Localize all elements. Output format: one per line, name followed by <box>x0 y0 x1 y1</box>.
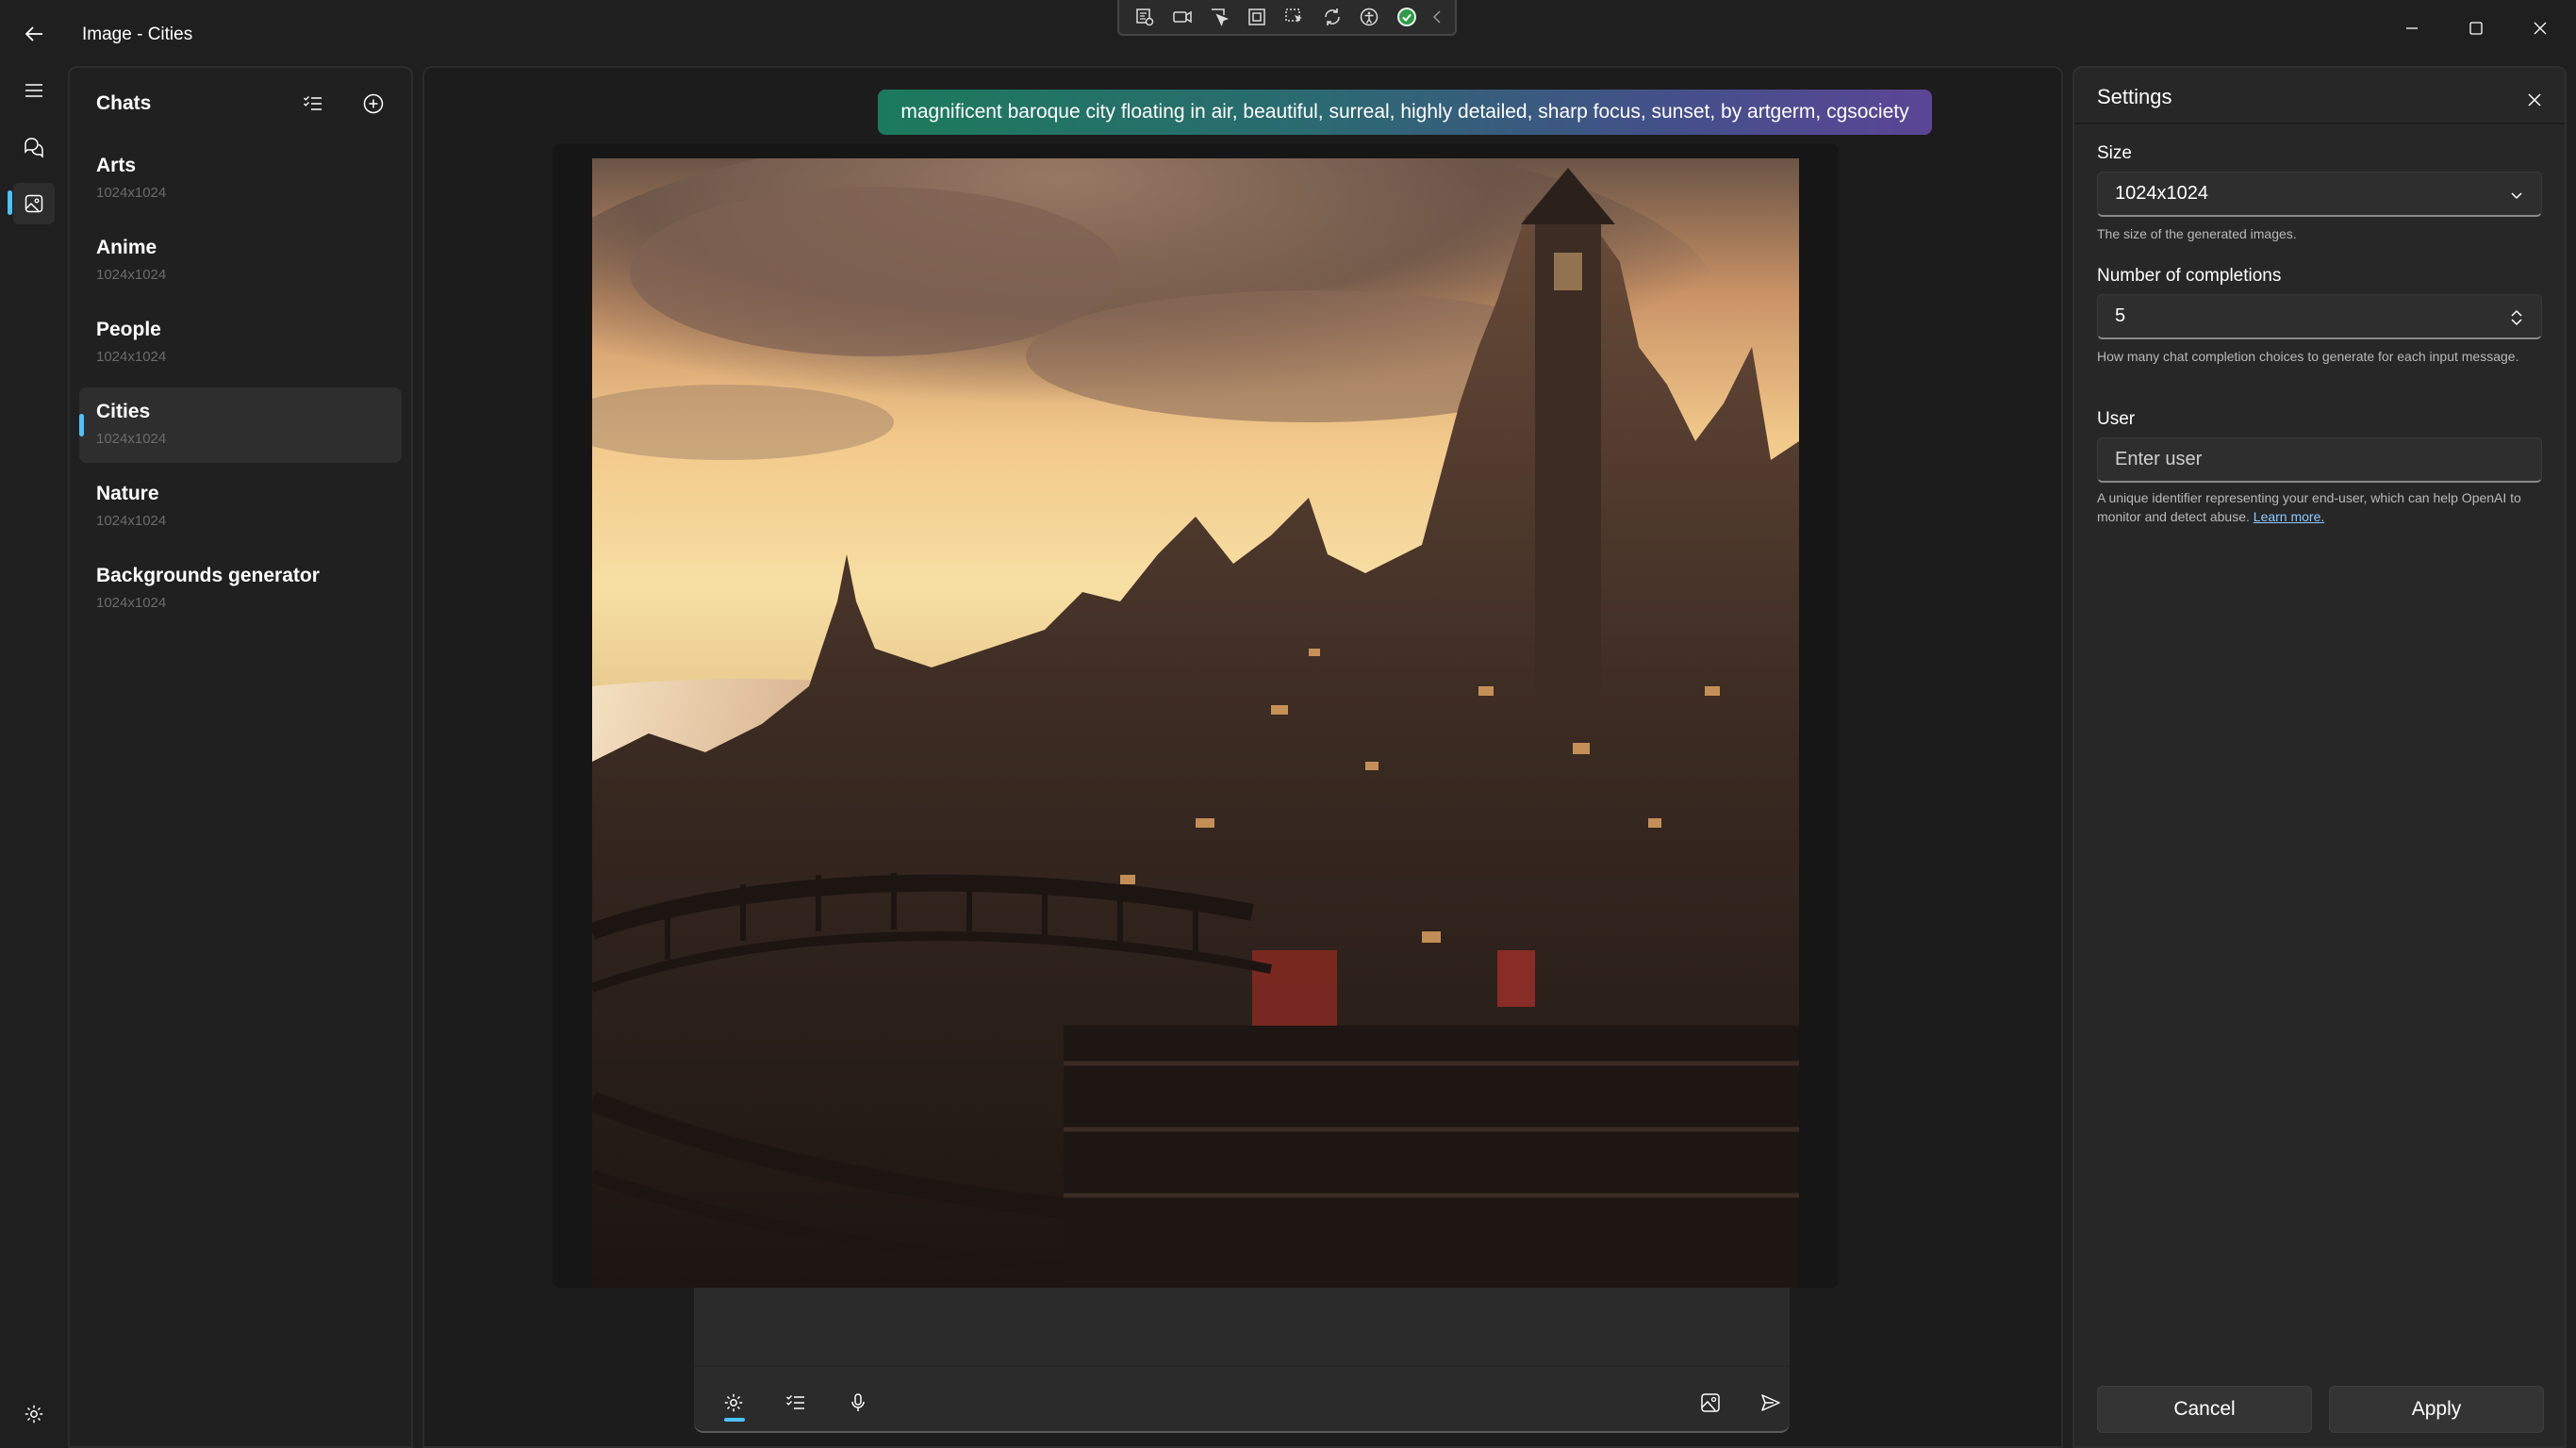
menu-icon <box>25 84 42 97</box>
hot-reload-icon[interactable] <box>1316 1 1348 33</box>
close-window-button[interactable] <box>2518 8 2563 49</box>
completions-number-box[interactable]: 5 <box>2097 294 2542 339</box>
maximize-button[interactable] <box>2453 8 2499 49</box>
learn-more-link[interactable]: Learn more. <box>2254 509 2324 524</box>
completions-label: Number of completions <box>2097 266 2282 286</box>
completions-help: How many chat completion choices to gene… <box>2097 349 2519 364</box>
settings-divider <box>2074 123 2565 124</box>
generated-image[interactable] <box>592 158 1799 1288</box>
user-help: A unique identifier representing your en… <box>2097 488 2551 526</box>
chat-name: Backgrounds generator <box>96 565 320 586</box>
rail-images-button[interactable] <box>13 183 55 224</box>
selected-indicator <box>79 414 84 436</box>
chat-name: People <box>96 319 161 340</box>
record-icon[interactable] <box>1166 1 1198 33</box>
accessibility-icon[interactable] <box>1354 1 1386 33</box>
live-visual-tree-icon[interactable] <box>1129 1 1161 33</box>
chats-filter-button[interactable] <box>294 85 332 123</box>
user-placeholder: Enter user <box>2115 449 2203 469</box>
images-icon <box>25 194 43 213</box>
chat-name: Cities <box>96 401 151 422</box>
chat-name: Anime <box>96 237 157 258</box>
settings-gear-icon <box>724 1393 743 1412</box>
composer-image-gallery-button[interactable] <box>1690 1382 1731 1423</box>
microphone-icon <box>851 1393 865 1411</box>
settings-close-button[interactable] <box>2516 81 2553 119</box>
active-tab-indicator <box>724 1418 745 1422</box>
rail-selection-indicator <box>8 190 12 215</box>
chats-panel: Chats Arts 1024x1024 Anime 1024x1024 Peo… <box>68 66 413 1448</box>
settings-panel: Settings Size 1024x1024 The size of the … <box>2072 66 2567 1448</box>
image-sparkle-icon <box>1701 1393 1720 1412</box>
chat-item-arts[interactable]: Arts 1024x1024 <box>79 141 402 217</box>
chevron-down-icon <box>2505 184 2528 206</box>
settings-title: Settings <box>2097 85 2172 108</box>
chat-size: 1024x1024 <box>96 513 167 529</box>
size-help: The size of the generated images. <box>2097 226 2297 241</box>
collapse-icon[interactable] <box>1428 1 1445 33</box>
back-button[interactable] <box>13 13 55 55</box>
settings-gear-icon <box>25 1405 43 1423</box>
message-composer[interactable] <box>694 1288 1790 1433</box>
chat-name: Nature <box>96 483 159 504</box>
chat-item-anime[interactable]: Anime 1024x1024 <box>79 223 402 299</box>
maximize-icon <box>2469 22 2483 35</box>
chat-item-nature[interactable]: Nature 1024x1024 <box>79 469 402 545</box>
select-element-icon[interactable] <box>1204 1 1236 33</box>
close-icon <box>2534 22 2547 35</box>
list-check-icon <box>786 1395 804 1409</box>
chat-item-people[interactable]: People 1024x1024 <box>79 305 402 381</box>
app-settings-button[interactable] <box>13 1393 55 1435</box>
send-icon <box>1761 1394 1780 1411</box>
chat-size: 1024x1024 <box>96 431 167 447</box>
minimize-button[interactable] <box>2389 8 2435 49</box>
spin-updown-icon[interactable] <box>2505 306 2528 329</box>
apply-button[interactable]: Apply <box>2329 1386 2544 1433</box>
minimize-icon <box>2406 27 2418 29</box>
user-label: User <box>2097 409 2136 429</box>
chat-item-cities[interactable]: Cities 1024x1024 <box>79 387 402 463</box>
display-layout-icon[interactable] <box>1241 1 1273 33</box>
check-icon[interactable] <box>1391 1 1423 33</box>
send-button[interactable] <box>1750 1382 1792 1423</box>
composer-prompt-list-button[interactable] <box>775 1382 817 1423</box>
composer-microphone-button[interactable] <box>837 1382 879 1423</box>
new-chat-button[interactable] <box>355 85 392 123</box>
dev-toolbar <box>1117 0 1457 36</box>
chats-icon <box>25 138 43 158</box>
size-value: 1024x1024 <box>2115 183 2208 204</box>
chat-size: 1024x1024 <box>96 595 167 611</box>
chats-title: Chats <box>96 92 152 114</box>
cancel-button[interactable]: Cancel <box>2097 1386 2312 1433</box>
chat-size: 1024x1024 <box>96 267 167 283</box>
chat-size: 1024x1024 <box>96 349 167 365</box>
track-focus-icon[interactable] <box>1279 1 1311 33</box>
composer-divider <box>694 1365 1790 1367</box>
user-input[interactable]: Enter user <box>2097 437 2542 483</box>
chat-item-backgrounds-generator[interactable]: Backgrounds generator 1024x1024 <box>79 551 402 627</box>
size-dropdown[interactable]: 1024x1024 <box>2097 172 2542 217</box>
size-label: Size <box>2097 143 2132 163</box>
close-icon <box>2528 93 2541 107</box>
hamburger-menu-button[interactable] <box>13 70 55 111</box>
back-arrow-icon <box>25 26 42 41</box>
prompt-bubble: magnificent baroque city floating in air… <box>878 90 1932 135</box>
chat-size: 1024x1024 <box>96 185 167 201</box>
add-circle-icon <box>363 93 384 114</box>
completions-value: 5 <box>2115 305 2126 326</box>
list-filter-icon <box>304 96 322 110</box>
rail-chats-button[interactable] <box>13 126 55 168</box>
window-title: Image - Cities <box>82 25 193 44</box>
chat-name: Arts <box>96 155 137 176</box>
